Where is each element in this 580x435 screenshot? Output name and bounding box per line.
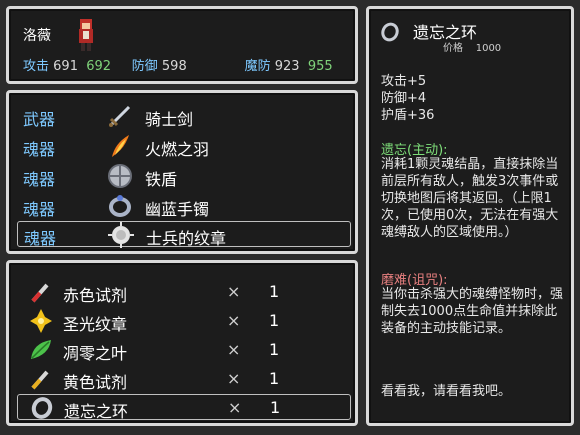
active-skill-text: 消耗1颗灵魂结晶，直接抹除当前层所有敌人，触发3次事件或切换地图后将其返回。（上… — [381, 157, 559, 240]
equip-slot-label: 魂器 — [23, 140, 56, 159]
yellow-potion-icon — [31, 370, 49, 390]
stat-magic-defense-bonus: 955 — [307, 59, 333, 74]
inventory-item[interactable]: 凋零之叶 × 1 — [17, 337, 351, 363]
equip-slot-soul-4[interactable]: 魂器 士兵的纹章 — [17, 221, 351, 248]
holy-emblem-icon — [30, 309, 52, 333]
flame-feather-icon — [112, 135, 129, 157]
inventory-item-qty: 1 — [269, 369, 280, 388]
equip-slot-label: 魂器 — [23, 200, 56, 219]
equip-slot-label: 魂器 — [24, 229, 57, 248]
sword-icon — [109, 105, 131, 127]
item-stat: 攻击+5 — [381, 74, 427, 89]
ring-icon — [31, 397, 53, 419]
item-detail-panel: 遗忘之环 价格 1000 攻击+5 防御+4 护盾+36 遗忘(主动): 消耗1… — [366, 6, 574, 426]
equip-slot-soul-3[interactable]: 魂器 幽蓝手镯 — [17, 193, 351, 219]
item-price: 价格 1000 — [443, 39, 501, 54]
stat-defense-label: 防御 — [131, 59, 158, 74]
ring-icon — [381, 22, 399, 42]
equip-slot-soul-1[interactable]: 魂器 火燃之羽 — [17, 133, 351, 159]
flavor-text: 看看我，请看看我吧。 — [381, 384, 512, 399]
inventory-item-times: × — [227, 340, 241, 359]
stat-attack-bonus: 692 — [86, 59, 112, 74]
stat-defense-value: 598 — [161, 59, 187, 74]
inventory-item-times: × — [227, 369, 241, 388]
round-shield-icon — [108, 164, 132, 188]
equip-slot-weapon[interactable]: 武器 骑士剑 — [17, 103, 351, 129]
inventory-panel: 赤色试剂 × 1 圣光纹章 × 1 凋零之叶 × 1 黄色试剂 × 1 遗忘之环… — [6, 260, 358, 426]
inventory-item-name: 遗忘之环 — [64, 402, 129, 421]
inventory-item-name: 凋零之叶 — [63, 344, 128, 363]
hero-sprite-icon — [79, 19, 93, 51]
inventory-item[interactable]: 圣光纹章 × 1 — [17, 308, 351, 334]
leaf-icon — [31, 340, 51, 359]
red-potion-icon — [31, 283, 49, 303]
emblem-icon — [108, 222, 134, 248]
inventory-item-qty: 1 — [269, 311, 280, 330]
inventory-item-qty: 1 — [269, 340, 280, 359]
inventory-item-times: × — [228, 398, 242, 417]
equip-slot-label: 魂器 — [23, 170, 56, 189]
equip-item-name: 骑士剑 — [145, 110, 194, 129]
equip-item-name: 铁盾 — [145, 170, 178, 189]
item-stat: 防御+4 — [381, 91, 427, 106]
equip-slot-soul-2[interactable]: 魂器 铁盾 — [17, 163, 351, 189]
stat-attack-label: 攻击 — [23, 59, 50, 74]
inventory-item-name: 赤色试剂 — [63, 286, 128, 305]
inventory-item-name: 黄色试剂 — [63, 373, 128, 392]
bracelet-icon — [109, 195, 131, 217]
inventory-item[interactable]: 黄色试剂 × 1 — [17, 366, 351, 392]
equip-slot-label: 武器 — [23, 110, 56, 129]
stat-magic-defense-value: 923 — [274, 59, 300, 74]
equip-item-name: 幽蓝手镯 — [145, 200, 210, 219]
inventory-item-selected[interactable]: 遗忘之环 × 1 — [17, 394, 351, 421]
hero-name: 洛薇 — [23, 28, 51, 44]
inventory-item[interactable]: 赤色试剂 × 1 — [17, 279, 351, 305]
price-value: 1000 — [475, 43, 502, 54]
stat-attack-value: 691 — [53, 59, 78, 74]
equip-item-name: 火燃之羽 — [145, 140, 210, 159]
stat-magic-defense-label: 魔防 — [244, 59, 271, 74]
price-label: 价格 — [443, 43, 463, 54]
inventory-item-times: × — [227, 282, 241, 301]
inventory-item-times: × — [227, 311, 241, 330]
equip-item-name: 士兵的纹章 — [146, 229, 227, 248]
curse-text: 当你击杀强大的魂缚怪物时，强制失去1000点生命值并抹除此装备的主动技能记录。 — [381, 287, 564, 336]
inventory-item-qty: 1 — [269, 282, 280, 301]
equipment-panel: 武器 骑士剑 魂器 火燃之羽 魂器 铁盾 魂器 幽蓝手镯 魂器 士兵的纹章 — [6, 90, 358, 254]
hero-stats: 攻击 691 692 防御 598 魔防 923 955 — [23, 55, 333, 74]
inventory-item-name: 圣光纹章 — [63, 315, 128, 334]
inventory-item-qty: 1 — [270, 398, 281, 417]
item-stat: 护盾+36 — [381, 108, 435, 123]
hero-panel: 洛薇 攻击 691 692 防御 598 魔防 923 955 — [6, 6, 358, 84]
